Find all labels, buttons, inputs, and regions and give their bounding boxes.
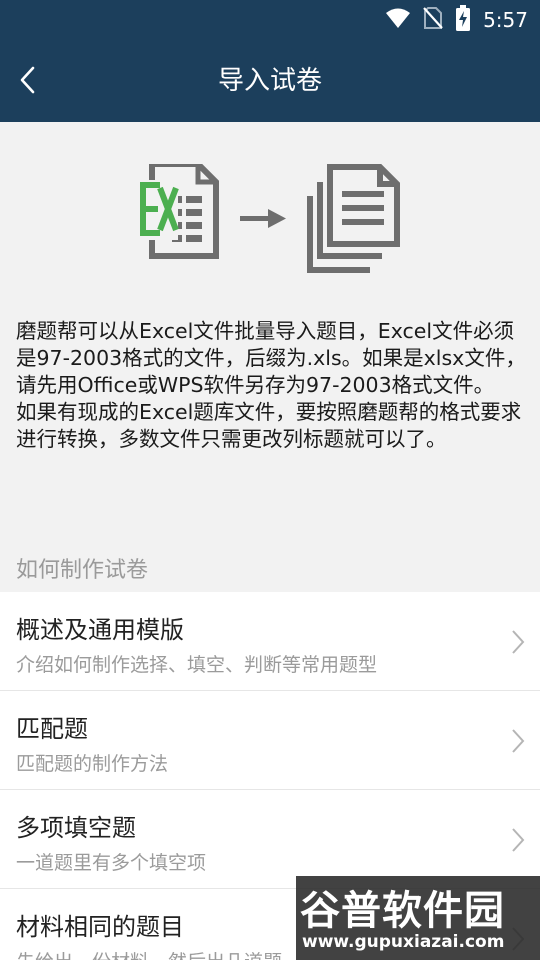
wifi-icon [385, 7, 411, 33]
chevron-right-icon [512, 729, 525, 753]
import-intro: 磨题帮可以从Excel文件批量导入题目，Excel文件必须是97-2003格式的… [0, 122, 540, 547]
list-item-subtitle: 先给出一份材料，然后出几道题 [16, 947, 282, 960]
chevron-right-icon [512, 630, 525, 654]
excel-file-icon [140, 164, 219, 259]
list-item-title: 概述及通用模版 [16, 616, 184, 644]
section-header: 如何制作试卷 [16, 558, 149, 583]
import-illustration [140, 164, 400, 273]
back-button[interactable] [4, 56, 52, 104]
chevron-right-icon [512, 828, 525, 852]
page-title: 导入试卷 [217, 66, 322, 96]
list-item-title: 多项填空题 [16, 814, 136, 842]
watermark-brand: 谷普软件园 [300, 888, 505, 934]
documents-icon [307, 164, 400, 273]
description-paragraph: 磨题帮可以从Excel文件批量导入题目，Excel文件必须是97-2003格式的… [16, 319, 526, 397]
list-item-subtitle: 匹配题的制作方法 [16, 753, 169, 775]
list-item-title: 材料相同的题目 [16, 913, 184, 941]
list-item-overview[interactable]: 概述及通用模版 介绍如何制作选择、填空、判断等常用题型 [0, 592, 540, 691]
list-item-subtitle: 一道题里有多个填空项 [16, 852, 207, 874]
list-item-subtitle: 介绍如何制作选择、填空、判断等常用题型 [16, 654, 378, 676]
list-item-multi-blank[interactable]: 多项填空题 一道题里有多个填空项 [0, 790, 540, 889]
watermark: 谷普软件园 www.gupuxiazai.com [296, 876, 540, 960]
arrow-right-icon [240, 209, 286, 228]
status-icons: 5:57 [385, 5, 528, 35]
list-item-matching[interactable]: 匹配题 匹配题的制作方法 [0, 691, 540, 790]
import-description: 磨题帮可以从Excel文件批量导入题目，Excel文件必须是97-2003格式的… [16, 318, 528, 453]
watermark-url: www.gupuxiazai.com [302, 932, 505, 952]
no-sim-icon [423, 6, 443, 34]
list-item-title: 匹配题 [16, 715, 88, 743]
status-time: 5:57 [483, 8, 528, 32]
battery-charging-icon [455, 5, 471, 35]
status-bar: 5:57 [0, 0, 540, 40]
description-paragraph: 如果有现成的Excel题库文件，要按照磨题帮的格式要求进行转换，多数文件只需更改… [16, 400, 522, 451]
back-arrow-icon [20, 66, 35, 94]
app-bar: 导入试卷 [0, 40, 540, 122]
